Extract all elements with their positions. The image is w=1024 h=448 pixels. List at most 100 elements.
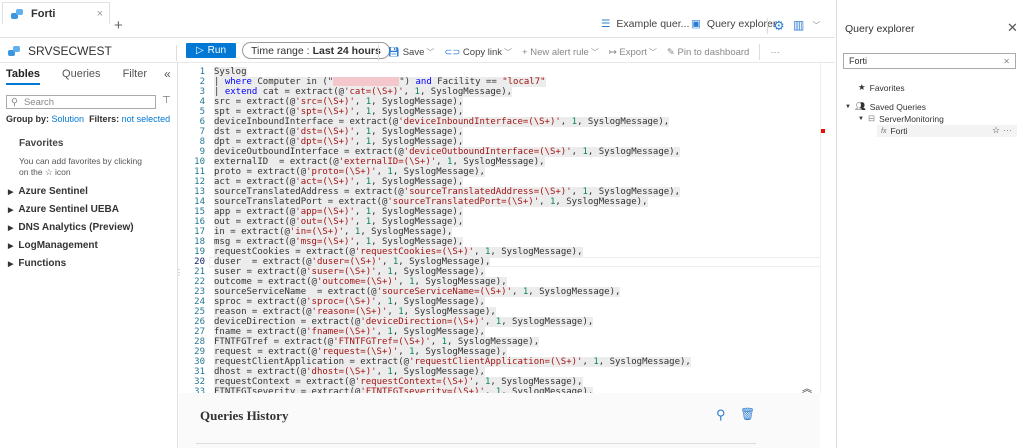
code-token: , SyslogMessage), bbox=[398, 257, 491, 267]
trash-icon[interactable]: 🗑︎ bbox=[740, 407, 755, 421]
collapse-panel-icon[interactable]: « bbox=[164, 67, 171, 81]
new-alert-rule-button[interactable]: + New alert rule ﹀ bbox=[522, 47, 599, 58]
tab-queries[interactable]: Queries bbox=[62, 68, 101, 85]
code-line[interactable]: 23 sourceServiceName = extract(@'sourceSe… bbox=[179, 287, 820, 297]
code-token: extend bbox=[224, 87, 258, 97]
code-token: proto = extract(@ bbox=[214, 167, 307, 177]
code-line[interactable]: 16 out = extract(@'out=(\S+)', 1, SyslogM… bbox=[179, 217, 820, 227]
code-line[interactable]: 18 msg = extract(@'msg=(\S+)', 1, SyslogM… bbox=[179, 237, 820, 247]
code-line[interactable]: 3 | extend cat = extract(@'cat=(\S+)', 1,… bbox=[179, 87, 820, 97]
query-explorer-title: Query explorer bbox=[845, 23, 915, 35]
code-line[interactable]: 7 dst = extract(@'dst=(\S+)', 1, SyslogMe… bbox=[179, 127, 820, 137]
code-line[interactable]: 8 dpt = extract(@'dpt=(\S+)', 1, SyslogMe… bbox=[179, 137, 820, 147]
category-dns-analytics[interactable]: ▶ DNS Analytics (Preview) bbox=[8, 222, 134, 233]
settings-gear-icon[interactable]: ⚙ bbox=[773, 18, 785, 34]
code-token: reason = extract(@ bbox=[214, 307, 312, 317]
export-button[interactable]: ↦ Export ﹀ bbox=[609, 47, 657, 58]
code-line[interactable]: 19 requestCookies = extract(@'requestCook… bbox=[179, 247, 820, 257]
plus-icon: + bbox=[522, 46, 528, 58]
new-tab-button[interactable]: + bbox=[114, 17, 123, 34]
example-queries-button[interactable]: ☰ Example quer... bbox=[601, 18, 689, 30]
code-line[interactable]: 26 deviceDirection = extract(@'deviceDire… bbox=[179, 317, 820, 327]
export-label: Export bbox=[619, 46, 647, 58]
code-line[interactable]: 20 duser = extract(@'duser=(\S+)', 1, Sys… bbox=[179, 257, 820, 267]
query-explorer-search-input[interactable]: Forti ✕ bbox=[843, 53, 1016, 69]
pin-to-dashboard-button[interactable]: ✎ Pin to dashboard bbox=[667, 47, 749, 58]
code-token: 'sourceTranslatedAddress=(\S+)' bbox=[403, 187, 572, 197]
code-token: 'deviceOutboundInterface=(\S+)' bbox=[403, 147, 572, 157]
code-token: 'app=(\S+)' bbox=[295, 207, 355, 217]
code-line[interactable]: 13 sourceTranslatedAddress = extract(@'so… bbox=[179, 187, 820, 197]
code-text: fname = extract(@'fname=(\S+)', 1, Syslo… bbox=[214, 327, 485, 337]
code-token: , SyslogMessage), bbox=[414, 277, 507, 287]
code-line[interactable]: 15 app = extract(@'app=(\S+)', 1, SyslogM… bbox=[179, 207, 820, 217]
category-azure-sentinel[interactable]: ▶ Azure Sentinel bbox=[8, 186, 88, 197]
code-line[interactable]: 4 src = extract(@'src=(\S+)', 1, SyslogMe… bbox=[179, 97, 820, 107]
query-explorer-button[interactable]: ▣ Query explorer bbox=[691, 18, 776, 30]
code-line[interactable]: 22 outcome = extract(@'outcome=(\S+)', 1,… bbox=[179, 277, 820, 287]
line-number: 12 bbox=[194, 177, 205, 187]
close-icon[interactable]: ✕ bbox=[1007, 20, 1018, 36]
workspace-icon bbox=[8, 46, 21, 56]
search-icon[interactable]: ⚲ bbox=[716, 407, 726, 423]
tree-item-forti-label[interactable]: fx Forti bbox=[881, 126, 907, 136]
code-line[interactable]: 11 proto = extract(@'proto=(\S+)', 1, Sys… bbox=[179, 167, 820, 177]
code-token: 'request=(\S+)' bbox=[316, 347, 399, 357]
code-line[interactable]: 6 deviceInboundInterface = extract(@'devi… bbox=[179, 117, 820, 127]
code-line[interactable]: 1 Syslog bbox=[179, 67, 820, 77]
code-token: where bbox=[224, 77, 252, 87]
copy-link-button[interactable]: ⊂⊃ Copy link ﹀ bbox=[444, 47, 512, 58]
editor-scrollbar[interactable] bbox=[820, 63, 835, 393]
code-line[interactable]: 27 fname = extract(@'fname=(\S+)', 1, Sys… bbox=[179, 327, 820, 337]
run-button[interactable]: ▷ Run bbox=[186, 43, 236, 58]
code-line[interactable]: 31 dhost = extract(@'dhost=(\S+)', 1, Sys… bbox=[179, 367, 820, 377]
tab-tables[interactable]: Tables bbox=[6, 68, 41, 85]
code-line[interactable]: 25 reason = extract(@'reason=(\S+)', 1, S… bbox=[179, 307, 820, 317]
code-text: sourceTranslatedAddress = extract(@'sour… bbox=[214, 187, 681, 197]
line-number: 29 bbox=[194, 347, 205, 357]
tree-favorites[interactable]: ★ Favorites bbox=[858, 82, 905, 93]
item-more-button[interactable]: ··· bbox=[1003, 125, 1012, 135]
code-token: deviceOutboundInterface = extract(@ bbox=[214, 147, 404, 157]
category-azure-sentinel-ueba[interactable]: ▶ Azure Sentinel UEBA bbox=[8, 204, 119, 215]
category-functions[interactable]: ▶ Functions bbox=[8, 258, 66, 269]
code-token: 'suser=(\S+)' bbox=[306, 267, 377, 277]
code-text: src = extract(@'src=(\S+)', 1, SyslogMes… bbox=[214, 97, 464, 107]
code-line[interactable]: 2 | where Computer in (" ") and Facility =… bbox=[179, 77, 820, 87]
star-outline-icon[interactable]: ☆ bbox=[992, 125, 1000, 136]
tree-folder-servermonitoring[interactable]: ▼ ⊟ ServerMonitoring bbox=[858, 113, 944, 124]
time-range-picker[interactable]: Time range : Last 24 hours bbox=[242, 42, 390, 59]
code-line[interactable]: 29 request = extract(@'request=(\S+)', 1,… bbox=[179, 347, 820, 357]
code-line[interactable]: 32 requestContext = extract(@'requestCont… bbox=[179, 377, 820, 387]
code-line[interactable]: 21 suser = extract(@'suser=(\S+)', 1, Sys… bbox=[179, 267, 820, 277]
line-number: 13 bbox=[194, 187, 205, 197]
line-number: 9 bbox=[199, 147, 205, 157]
tree-saved-queries[interactable]: ▼ 👥︎ Saved Queries bbox=[845, 101, 926, 112]
code-line[interactable]: 14 sourceTranslatedPort = extract(@'sourc… bbox=[179, 197, 820, 207]
code-line[interactable]: 10 externalID = extract(@'externalID=(\S+… bbox=[179, 157, 820, 167]
filters-link[interactable]: not selected bbox=[122, 114, 171, 124]
code-line[interactable]: 28 FTNTFGTref = extract(@'FTNTFGTref=(\S+… bbox=[179, 337, 820, 347]
group-by-label: Group by: bbox=[6, 114, 49, 124]
tab-forti[interactable]: Forti × bbox=[2, 2, 110, 24]
code-token: , SyslogMessage), bbox=[452, 157, 545, 167]
collapse-all-icon[interactable]: ⊤ bbox=[162, 95, 171, 106]
close-tab-icon[interactable]: × bbox=[97, 8, 103, 20]
tab-filter[interactable]: Filter bbox=[123, 68, 147, 85]
code-line[interactable]: 5 spt = extract(@'spt=(\S+)', 1, SyslogMe… bbox=[179, 107, 820, 117]
code-line[interactable]: 17 in = extract(@'in=(\S+)', 1, SyslogMes… bbox=[179, 227, 820, 237]
group-by-row: Group by: Solution Filters: not selected bbox=[6, 114, 170, 124]
book-icon[interactable]: ▥ ﹀ bbox=[793, 18, 820, 32]
query-editor[interactable]: 1 Syslog 2 | where Computer in (" ") and Fac… bbox=[179, 63, 820, 393]
group-by-link[interactable]: Solution bbox=[52, 114, 85, 124]
more-options-button[interactable]: ··· bbox=[770, 47, 780, 58]
clear-icon[interactable]: ✕ bbox=[1003, 57, 1010, 66]
save-button[interactable]: 💾︎ Save ﹀ bbox=[388, 47, 434, 58]
code-line[interactable]: 24 sproc = extract(@'sproc=(\S+)', 1, Sys… bbox=[179, 297, 820, 307]
category-logmanagement[interactable]: ▶ LogManagement bbox=[8, 240, 98, 251]
code-line[interactable]: 30 requestClientApplication = extract(@'r… bbox=[179, 357, 820, 367]
schema-search-input[interactable]: ⚲ Search bbox=[6, 95, 156, 109]
code-token: , SyslogMessage), bbox=[392, 367, 485, 377]
code-line[interactable]: 12 act = extract(@'act=(\S+)', 1, SyslogM… bbox=[179, 177, 820, 187]
code-line[interactable]: 9 deviceOutboundInterface = extract(@'dev… bbox=[179, 147, 820, 157]
